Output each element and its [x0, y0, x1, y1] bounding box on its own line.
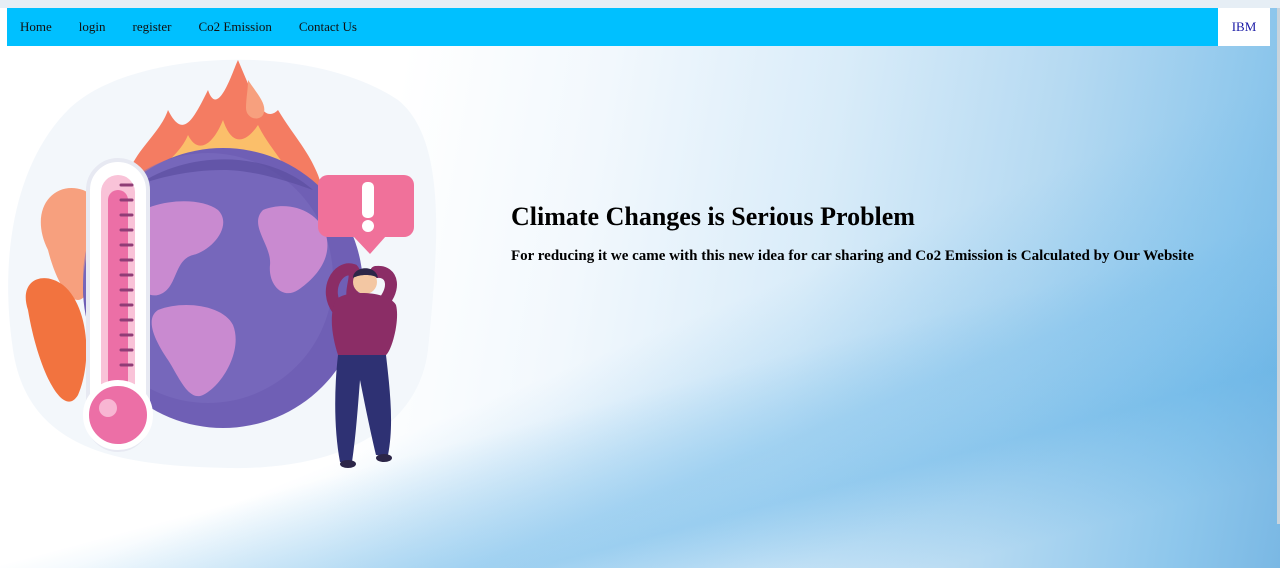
nav-co2-emission-link[interactable]: Co2 Emission — [199, 19, 272, 35]
brand-ibm-link[interactable]: IBM — [1218, 8, 1270, 46]
person-torso — [331, 293, 398, 355]
alert-exclamation-dot — [362, 220, 374, 232]
nav-home-link[interactable]: Home — [20, 19, 52, 35]
nav-register-link[interactable]: register — [133, 19, 172, 35]
thermometer-bulb-highlight — [99, 399, 117, 417]
nav-login-link[interactable]: login — [79, 19, 106, 35]
alert-exclamation-bar — [362, 182, 374, 218]
hero-title: Climate Changes is Serious Problem — [511, 202, 915, 231]
climate-change-illustration — [8, 59, 437, 469]
person-shoe-right — [376, 454, 392, 462]
page: Home login register Co2 Emission Contact… — [0, 0, 1280, 568]
top-navbar: Home login register Co2 Emission Contact… — [7, 8, 1270, 46]
person-shoe-left — [340, 460, 356, 468]
hero-text-block: Climate Changes is Serious Problem For r… — [511, 202, 1271, 265]
thermometer-bulb — [83, 380, 153, 450]
hero-subtitle: For reducing it we came with this new id… — [511, 248, 1194, 264]
nav-contact-us-link[interactable]: Contact Us — [299, 19, 357, 35]
